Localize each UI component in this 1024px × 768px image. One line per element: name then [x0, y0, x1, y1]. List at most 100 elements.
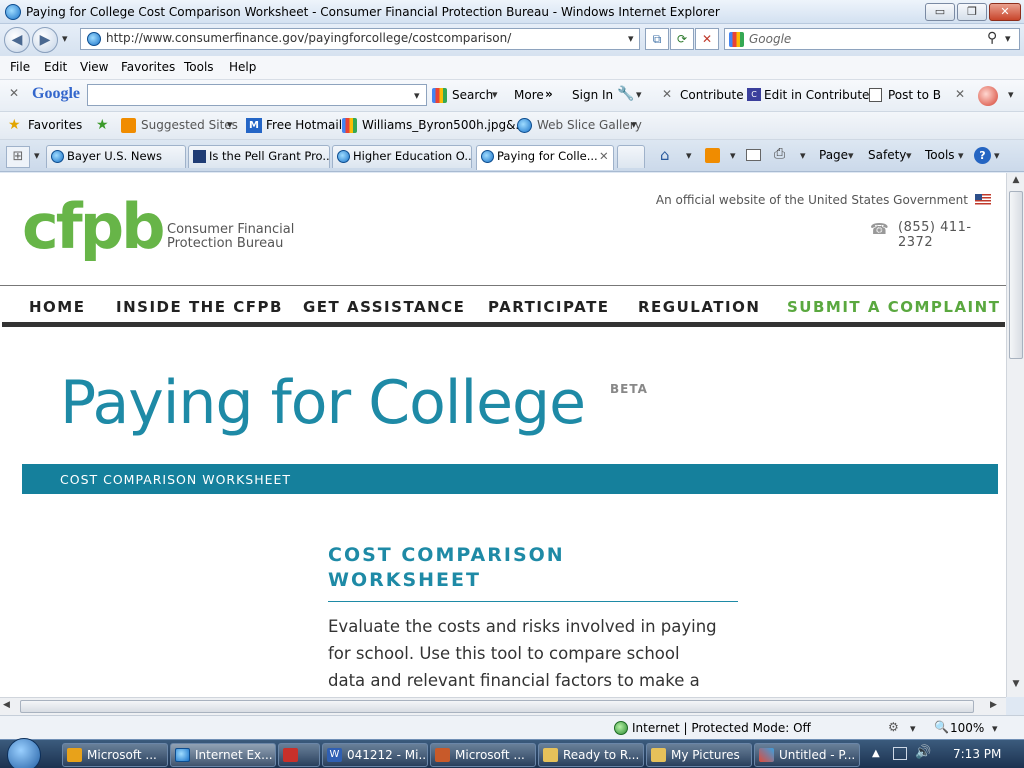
scroll-left-icon[interactable]: ◀	[3, 700, 10, 710]
phone-number[interactable]: (855) 411-2372	[898, 220, 1006, 250]
zoom-level[interactable]: 100%	[950, 721, 984, 735]
menu-favorites[interactable]: Favorites	[121, 60, 175, 74]
post-to-blog-button[interactable]: Post to Blo	[888, 88, 942, 102]
search-magnifier-icon[interactable]: ⚲	[987, 30, 997, 46]
compatibility-icon[interactable]: ⧉	[645, 28, 669, 50]
task-paint[interactable]: Untitled - P...	[754, 743, 860, 767]
cfpb-logo[interactable]: cfpb	[22, 196, 165, 258]
protected-dropdown-icon[interactable]: ▾	[910, 722, 916, 735]
history-dropdown-icon[interactable]: ▾	[62, 32, 68, 45]
signin-button[interactable]: Sign In	[572, 88, 613, 102]
google-search-input[interactable]	[87, 84, 427, 106]
vertical-scrollbar[interactable]: ▲ ▼	[1006, 173, 1024, 697]
google-input-dropdown-icon[interactable]: ▾	[414, 89, 420, 102]
help-icon[interactable]: ?	[974, 147, 991, 164]
start-button[interactable]	[7, 738, 41, 768]
close-contribute-icon[interactable]: ✕	[662, 87, 672, 101]
pdf-icon[interactable]	[978, 86, 998, 106]
close-button[interactable]: ✕	[989, 3, 1021, 21]
nav-regulation[interactable]: REGULATION	[638, 298, 760, 316]
page-menu[interactable]: Page	[819, 148, 848, 162]
print-dropdown-icon[interactable]: ▾	[800, 149, 806, 162]
williams-link[interactable]: Williams_Byron500h.jpg&...	[362, 118, 527, 132]
search-dropdown-icon[interactable]: ▾	[492, 88, 498, 101]
tab-paying-for-college[interactable]: Paying for Colle... ✕	[476, 145, 614, 170]
wrench-icon[interactable]: 🔧	[617, 86, 634, 102]
show-hidden-icons[interactable]: ▲	[872, 748, 880, 759]
mail-icon[interactable]	[746, 149, 761, 161]
google-search-button[interactable]: Search	[452, 88, 493, 102]
nav-get-assistance[interactable]: GET ASSISTANCE	[303, 298, 465, 316]
volume-icon[interactable]: 🔊	[915, 745, 931, 760]
search-input[interactable]: Google	[749, 32, 791, 46]
address-url[interactable]: http://www.consumerfinance.gov/payingfor…	[106, 31, 511, 45]
favorites-button[interactable]: Favorites	[28, 118, 82, 132]
horizontal-scrollbar[interactable]: ◀ ▶	[0, 697, 1006, 715]
close-toolbar-icon[interactable]: ✕	[9, 86, 19, 100]
horizontal-scroll-thumb[interactable]	[20, 700, 974, 713]
vertical-scroll-thumb[interactable]	[1009, 191, 1023, 359]
suggested-sites-dropdown-icon[interactable]: ▾	[227, 118, 233, 131]
nav-submit-a-complaint[interactable]: SUBMIT A COMPLAINT	[787, 298, 1000, 316]
tab-bayer[interactable]: Bayer U.S. News	[46, 145, 186, 168]
close-blog-icon[interactable]: ✕	[955, 87, 965, 101]
menu-tools[interactable]: Tools	[184, 60, 214, 74]
nav-participate[interactable]: PARTICIPATE	[488, 298, 610, 316]
help-dropdown-icon[interactable]: ▾	[994, 149, 1000, 162]
network-icon[interactable]	[893, 747, 907, 760]
refresh-icon[interactable]: ⟳	[670, 28, 694, 50]
tab-higher-education[interactable]: Higher Education O...	[332, 145, 472, 168]
free-hotmail-link[interactable]: Free Hotmail	[266, 118, 342, 132]
pdf-dropdown-icon[interactable]: ▾	[1008, 88, 1014, 101]
feeds-dropdown-icon[interactable]: ▾	[730, 149, 736, 162]
address-dropdown-icon[interactable]: ▾	[628, 32, 634, 45]
minimize-button[interactable]: ▭	[925, 3, 955, 21]
nav-inside-the-cfpb[interactable]: INSIDE THE CFPB	[116, 298, 283, 316]
menu-view[interactable]: View	[80, 60, 108, 74]
wrench-dropdown-icon[interactable]: ▾	[636, 88, 642, 101]
clock[interactable]: 7:13 PM	[953, 747, 1001, 761]
safety-menu[interactable]: Safety	[868, 148, 906, 162]
feeds-icon[interactable]	[705, 148, 720, 163]
zone-status[interactable]: Internet | Protected Mode: Off	[632, 721, 811, 735]
task-word[interactable]: W 041212 - Mi...	[322, 743, 428, 767]
home-dropdown-icon[interactable]: ▾	[686, 149, 692, 162]
page-dropdown-icon[interactable]: ▾	[848, 149, 854, 162]
new-tab-button[interactable]	[617, 145, 645, 168]
menu-edit[interactable]: Edit	[44, 60, 67, 74]
print-icon[interactable]: ⎙	[774, 146, 785, 162]
web-slice-gallery-link[interactable]: Web Slice Gallery	[537, 118, 642, 132]
nav-home[interactable]: HOME	[29, 298, 85, 316]
safety-dropdown-icon[interactable]: ▾	[906, 149, 912, 162]
forward-button[interactable]: ▶	[32, 27, 58, 53]
task-powerpoint[interactable]: Microsoft ...	[430, 743, 536, 767]
more-button[interactable]: More	[514, 88, 544, 102]
menu-file[interactable]: File	[10, 60, 30, 74]
task-ready-to-r[interactable]: Ready to R...	[538, 743, 644, 767]
add-favorites-icon[interactable]: ★	[96, 117, 109, 133]
tools-dropdown-icon[interactable]: ▾	[958, 149, 964, 162]
search-box[interactable]: Google ⚲ ▾	[724, 28, 1020, 50]
zoom-dropdown-icon[interactable]: ▾	[992, 722, 998, 735]
quick-tabs-icon[interactable]: ⊞	[6, 146, 30, 168]
protected-mode-icon[interactable]: ⚙	[888, 720, 899, 734]
back-button[interactable]: ◀	[4, 27, 30, 53]
edit-in-contribute-button[interactable]: Edit in Contribute	[764, 88, 869, 102]
tab-close-icon[interactable]: ✕	[599, 146, 609, 167]
tools-menu[interactable]: Tools	[925, 148, 955, 162]
task-pdf[interactable]	[278, 743, 320, 767]
tab-pell-grant[interactable]: Is the Pell Grant Pro...	[188, 145, 330, 168]
tab-list-dropdown-icon[interactable]: ▾	[34, 149, 40, 162]
search-options-icon[interactable]: ▾	[1005, 32, 1011, 45]
task-outlook[interactable]: Microsoft ...	[62, 743, 168, 767]
web-slice-dropdown-icon[interactable]: ▾	[631, 118, 637, 131]
contribute-button[interactable]: Contribute	[680, 88, 744, 102]
scroll-up-icon[interactable]: ▲	[1009, 175, 1023, 189]
menu-help[interactable]: Help	[229, 60, 256, 74]
task-internet-explorer[interactable]: Internet Ex...	[170, 743, 276, 767]
scroll-down-icon[interactable]: ▼	[1009, 679, 1023, 693]
restore-button[interactable]: ❐	[957, 3, 987, 21]
home-icon[interactable]: ⌂	[660, 146, 670, 164]
suggested-sites-link[interactable]: Suggested Sites	[141, 118, 238, 132]
stop-icon[interactable]: ✕	[695, 28, 719, 50]
